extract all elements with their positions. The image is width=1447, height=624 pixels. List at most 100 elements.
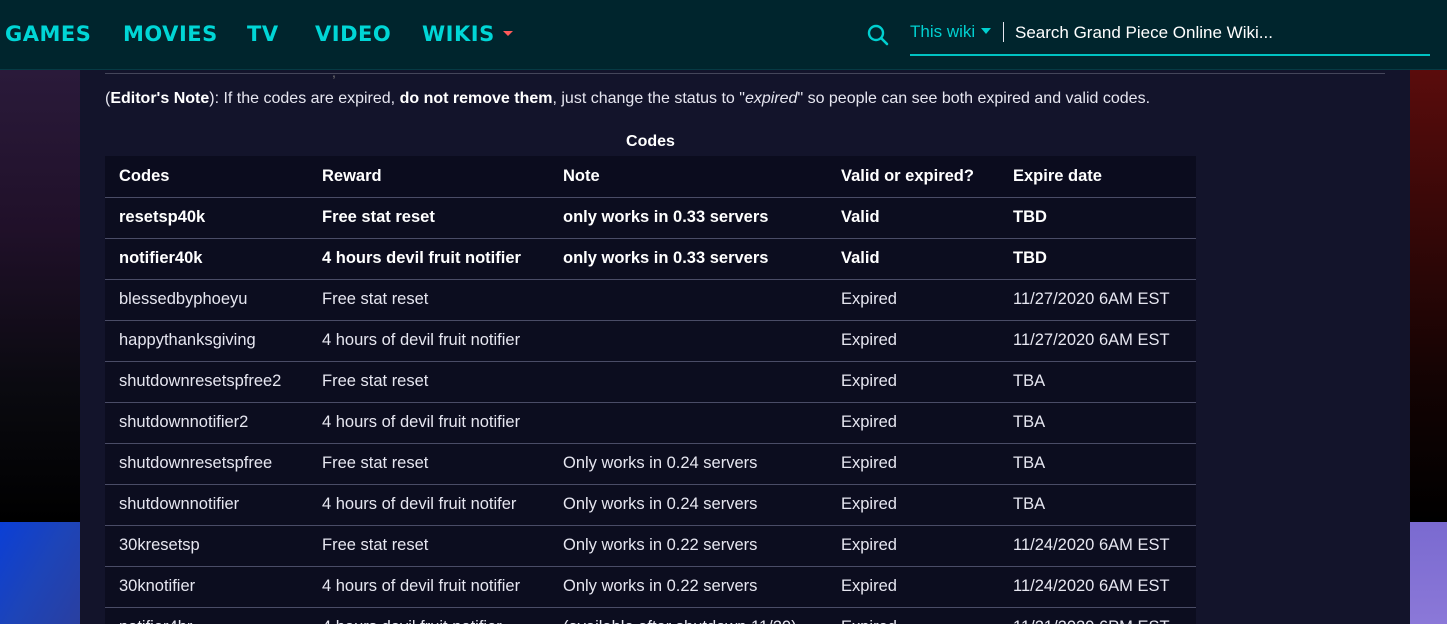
search-scope-label: This wiki	[910, 22, 976, 41]
table-row: blessedbyphoeyu Free stat reset Expired 11/…	[105, 279, 1196, 321]
cell-reward: 4 hours devil fruit notifier	[308, 607, 549, 624]
column-header-expire-date: Expire date	[999, 156, 1196, 198]
search-input[interactable]	[1015, 20, 1425, 46]
table-row: resetsp40k Free stat reset only works in 0…	[105, 197, 1196, 239]
cell-validity: Expired	[827, 484, 999, 526]
cell-note: Only works in 0.22 servers	[549, 525, 827, 567]
cell-reward: 4 hours of devil fruit notifier	[308, 566, 549, 608]
column-header-codes: Codes	[105, 156, 308, 198]
cell-note: Only works in 0.24 servers	[549, 443, 827, 485]
cell-code: shutdownnotifier2	[105, 402, 308, 444]
cell-code: shutdownnotifier	[105, 484, 308, 526]
table-row: happythanksgiving 4 hours of devil fruit …	[105, 320, 1196, 362]
cell-expire-date: 11/24/2020 6AM EST	[999, 566, 1196, 608]
background-art-right-bottom	[1410, 522, 1447, 624]
cell-note	[549, 279, 827, 321]
cell-validity: Expired	[827, 320, 999, 362]
cell-expire-date: 11/27/2020 6AM EST	[999, 279, 1196, 321]
table-row: 30kresetsp Free stat reset Only works in 0…	[105, 525, 1196, 567]
cell-code: 30kresetsp	[105, 525, 308, 567]
cell-reward: 4 hours of devil fruit notifer	[308, 484, 549, 526]
table-row: shutdownresetspfree Free stat reset Only w…	[105, 443, 1196, 485]
cell-validity: Expired	[827, 279, 999, 321]
cell-validity: Expired	[827, 361, 999, 403]
cell-validity: Valid	[827, 238, 999, 280]
table-row: notifier4hr4 hours devil fruit notifier(…	[105, 607, 1196, 624]
cell-expire-date: TBD	[999, 238, 1196, 280]
cell-expire-date: TBA	[999, 402, 1196, 444]
cell-reward: 4 hours of devil fruit notifier	[308, 320, 549, 362]
article-content: , (Editor's Note): If the codes are expi…	[80, 64, 1410, 624]
cell-validity: Expired	[827, 566, 999, 608]
cell-reward: 4 hours devil fruit notifier	[308, 238, 549, 280]
cell-expire-date: 11/27/2020 6AM EST	[999, 320, 1196, 362]
cell-code: notifier40k	[105, 238, 308, 280]
cell-code: 30knotifier	[105, 566, 308, 608]
background-art-right-top	[1410, 70, 1447, 522]
content-divider	[105, 73, 1385, 74]
cell-validity: Valid	[827, 197, 999, 239]
editors-note-emphasis: do not remove them	[399, 90, 553, 107]
cell-code: notifier4hr	[105, 607, 308, 624]
cell-note: (available after shutdown 11/20)	[549, 607, 827, 624]
cell-expire-date: TBA	[999, 361, 1196, 403]
background-art-left-bottom	[0, 522, 80, 624]
cell-validity: Expired	[827, 402, 999, 444]
top-navigation-bar: GAMES MOVIES TV VIDEO WIKIS This wiki	[0, 0, 1447, 70]
scope-chevron-down-icon	[981, 27, 992, 34]
cell-note	[549, 361, 827, 403]
chevron-down-icon	[502, 30, 513, 36]
cell-note: only works in 0.33 servers	[549, 238, 827, 280]
codes-table: Codes Reward Note Valid or expired? Expi…	[105, 156, 1196, 624]
cell-expire-date: TBA	[999, 484, 1196, 526]
background-art-left-top	[0, 70, 80, 522]
search-scope-dropdown[interactable]: This wiki	[910, 22, 992, 42]
cell-code: blessedbyphoeyu	[105, 279, 308, 321]
column-header-reward: Reward	[308, 156, 549, 198]
nav-video-link[interactable]: VIDEO	[315, 22, 391, 46]
search-scope-divider	[1003, 22, 1004, 42]
cell-note	[549, 402, 827, 444]
table-row: shutdownnotifier 4 hours of devil fruit n…	[105, 484, 1196, 526]
cell-validity: Expired	[827, 443, 999, 485]
cell-code: happythanksgiving	[105, 320, 308, 362]
table-row: shutdownresetspfree2 Free stat reset Expir…	[105, 361, 1196, 403]
cell-validity: Expired	[827, 607, 999, 624]
cell-note	[549, 320, 827, 362]
cell-code: shutdownresetspfree2	[105, 361, 308, 403]
table-header-row: Codes Reward Note Valid or expired? Expi…	[105, 156, 1196, 198]
search-bar: This wiki	[910, 18, 1430, 56]
cell-expire-date: TBA	[999, 443, 1196, 485]
table-caption: Codes	[626, 133, 675, 150]
codes-table-body: resetsp40k Free stat reset only works in 0…	[105, 197, 1196, 624]
editors-note-status: expired	[744, 90, 798, 107]
cell-code: shutdownresetspfree	[105, 443, 308, 485]
nav-tv-link[interactable]: TV	[247, 22, 279, 46]
cell-reward: Free stat reset	[308, 361, 549, 403]
cell-expire-date: 11/24/2020 6AM EST	[999, 525, 1196, 567]
editors-note: (Editor's Note): If the codes are expire…	[105, 90, 1151, 107]
cell-reward: Free stat reset	[308, 197, 549, 239]
cell-reward: 4 hours of devil fruit notifier	[308, 402, 549, 444]
editors-note-label: Editor's Note	[110, 90, 210, 107]
cell-validity: Expired	[827, 525, 999, 567]
cell-note: Only works in 0.24 servers	[549, 484, 827, 526]
cell-note: only works in 0.33 servers	[549, 197, 827, 239]
nav-wikis-menu[interactable]: WIKIS	[422, 22, 513, 46]
cell-reward: Free stat reset	[308, 279, 549, 321]
nav-games-link[interactable]: GAMES	[5, 22, 91, 46]
table-row: 30knotifier 4 hours of devil fruit notifi…	[105, 566, 1196, 608]
column-header-validity: Valid or expired?	[827, 156, 999, 198]
column-header-note: Note	[549, 156, 827, 198]
search-icon[interactable]	[867, 24, 889, 46]
cell-note: Only works in 0.22 servers	[549, 566, 827, 608]
nav-movies-link[interactable]: MOVIES	[123, 22, 218, 46]
cell-code: resetsp40k	[105, 197, 308, 239]
cell-reward: Free stat reset	[308, 443, 549, 485]
table-row: shutdownnotifier2 4 hours of devil fruit …	[105, 402, 1196, 444]
cell-expire-date: TBD	[999, 197, 1196, 239]
nav-wikis-label: WIKIS	[422, 22, 495, 46]
cell-reward: Free stat reset	[308, 525, 549, 567]
cell-expire-date: 11/21/2020 6PM EST	[999, 607, 1196, 624]
table-row: notifier40k 4 hours devil fruit notifier o…	[105, 238, 1196, 280]
